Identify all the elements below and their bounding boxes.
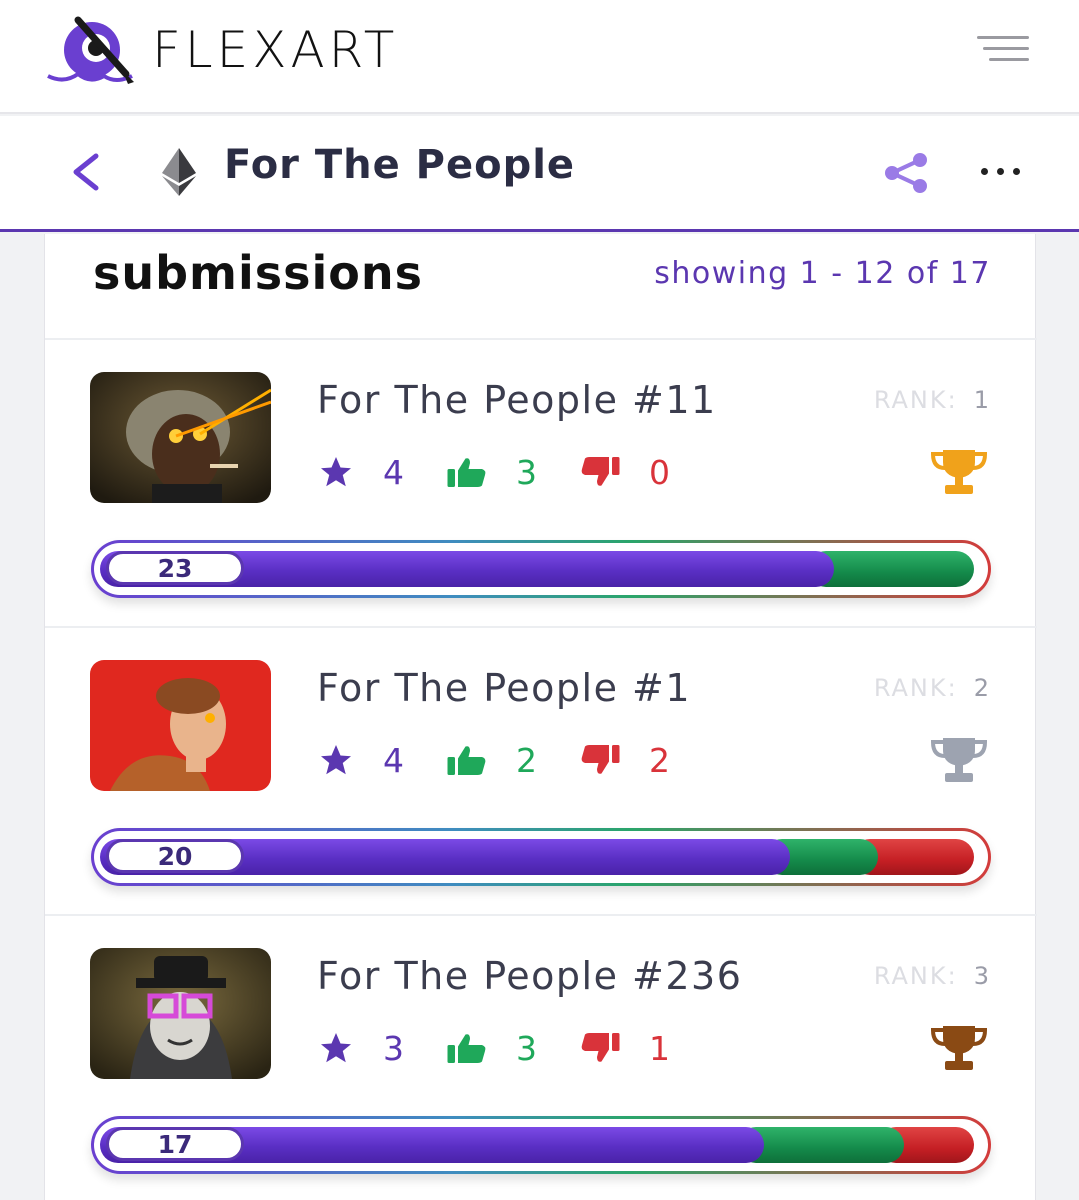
- dislike-count: 2: [649, 740, 670, 780]
- rank-label: RANK:: [873, 674, 958, 702]
- submissions-heading: submissions: [93, 246, 424, 300]
- star-icon: [321, 745, 351, 775]
- star-stat[interactable]: 4: [317, 453, 404, 492]
- dislike-count: 1: [649, 1028, 670, 1068]
- dislike-stat[interactable]: 2: [579, 741, 670, 780]
- rank-value: 3: [973, 962, 991, 990]
- submission-card[interactable]: For The People #11 RANK: 1 4 3 0 23: [45, 340, 1037, 628]
- menu-line-icon: [977, 36, 1029, 39]
- menu-line-icon: [989, 58, 1029, 61]
- score-bar: 23: [91, 540, 991, 598]
- thumbs-up-icon: [447, 746, 486, 775]
- rank-value: 1: [973, 386, 991, 414]
- vote-stats: 4 2 2: [317, 738, 712, 782]
- vote-stats: 4 3 0: [317, 450, 712, 494]
- dot-icon: [981, 168, 988, 175]
- dislike-count: 0: [649, 452, 670, 492]
- rank-label: RANK:: [873, 962, 958, 990]
- submissions-panel: submissions showing 1 - 12 of 17 For The…: [44, 234, 1037, 1200]
- dislike-stat[interactable]: 1: [579, 1029, 670, 1068]
- submissions-header: submissions showing 1 - 12 of 17: [45, 234, 1037, 340]
- star-count: 4: [383, 452, 404, 492]
- thumbs-up-icon: [447, 1034, 486, 1063]
- like-stat[interactable]: 3: [446, 1029, 537, 1068]
- score-value: 20: [106, 839, 244, 873]
- like-count: 2: [516, 740, 537, 780]
- score-value: 17: [106, 1127, 244, 1161]
- back-button[interactable]: [66, 150, 110, 194]
- vote-stats: 3 3 1: [317, 1026, 712, 1070]
- menu-button[interactable]: [975, 34, 1029, 64]
- thumbs-down-icon: [581, 1033, 620, 1062]
- share-icon: [885, 153, 927, 193]
- submission-title[interactable]: For The People #1: [317, 666, 691, 710]
- submission-title[interactable]: For The People #11: [317, 378, 717, 422]
- rank-label: RANK:: [873, 386, 958, 414]
- star-icon: [321, 457, 351, 487]
- score-bar: 20: [91, 828, 991, 886]
- rank-indicator: RANK: 1: [874, 386, 991, 414]
- page-title: For The People: [224, 142, 576, 188]
- thumbs-down-icon: [581, 745, 620, 774]
- share-button[interactable]: [880, 152, 932, 194]
- rank-indicator: RANK: 2: [874, 674, 991, 702]
- like-stat[interactable]: 3: [446, 453, 537, 492]
- submission-thumbnail[interactable]: [90, 660, 271, 791]
- app-topbar: FLEXART: [0, 0, 1079, 114]
- rank-value: 2: [973, 674, 991, 702]
- app-name: FLEXART: [152, 21, 399, 79]
- score-bar: 17: [91, 1116, 991, 1174]
- dislike-stat[interactable]: 0: [579, 453, 670, 492]
- silver-trophy-icon: [929, 736, 989, 784]
- submissions-count: showing 1 - 12 of 17: [654, 256, 991, 291]
- like-count: 3: [516, 1028, 537, 1068]
- menu-line-icon: [983, 47, 1029, 50]
- thumbs-down-icon: [581, 457, 620, 486]
- star-stat[interactable]: 4: [317, 741, 404, 780]
- ethereum-icon: [154, 146, 204, 198]
- submission-thumbnail[interactable]: [90, 372, 271, 503]
- gold-trophy-icon: [929, 448, 989, 496]
- star-count: 3: [383, 1028, 404, 1068]
- star-count: 4: [383, 740, 404, 780]
- chevron-left-icon: [73, 153, 99, 191]
- like-stat[interactable]: 2: [446, 741, 537, 780]
- more-options-button[interactable]: [975, 166, 1027, 178]
- submission-title[interactable]: For The People #236: [317, 954, 742, 998]
- contest-header: For The People: [0, 116, 1079, 232]
- flexart-logo[interactable]: FLEXART: [44, 14, 464, 86]
- bronze-trophy-icon: [929, 1024, 989, 1072]
- submission-card[interactable]: For The People #236 RANK: 3 3 3 1 17: [45, 916, 1037, 1200]
- score-value: 23: [106, 551, 244, 585]
- thumbs-up-icon: [447, 458, 486, 487]
- flexart-logo-icon: [44, 14, 144, 86]
- rank-indicator: RANK: 3: [874, 962, 991, 990]
- submission-card[interactable]: For The People #1 RANK: 2 4 2 2 20: [45, 628, 1037, 916]
- star-stat[interactable]: 3: [317, 1029, 404, 1068]
- dot-icon: [1013, 168, 1020, 175]
- submission-thumbnail[interactable]: [90, 948, 271, 1079]
- star-icon: [321, 1033, 351, 1063]
- like-count: 3: [516, 452, 537, 492]
- dot-icon: [997, 168, 1004, 175]
